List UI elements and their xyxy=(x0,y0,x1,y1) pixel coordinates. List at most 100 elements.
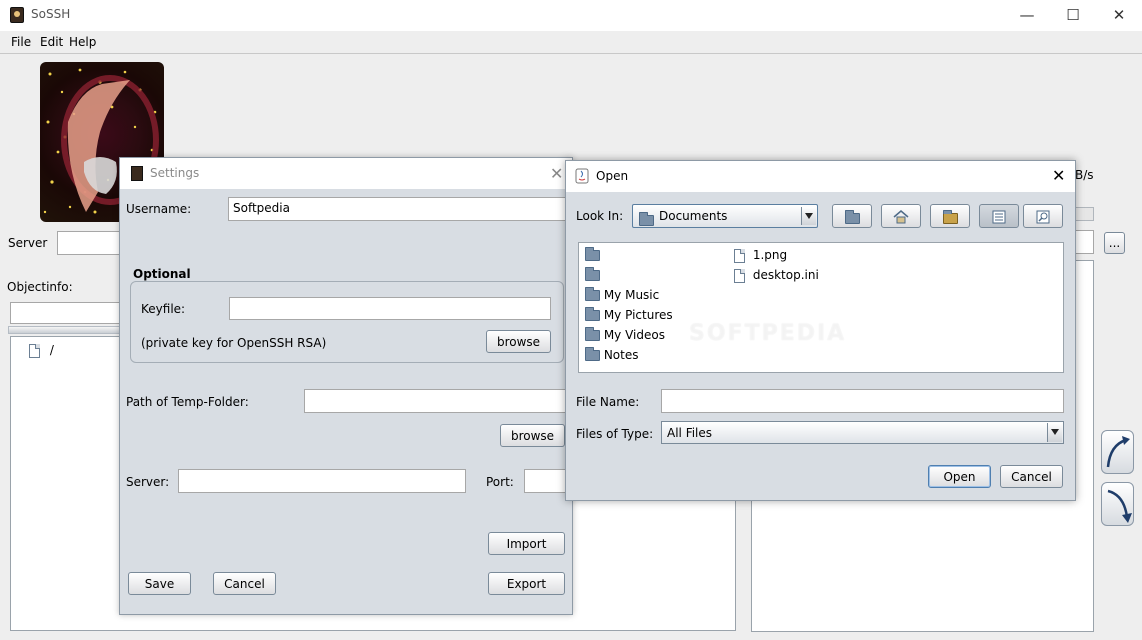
server-input[interactable] xyxy=(57,231,127,255)
settings-title-bar[interactable]: Settings ✕ xyxy=(120,158,572,189)
username-input[interactable]: Softpedia xyxy=(228,197,568,221)
open-cancel-button[interactable]: Cancel xyxy=(1000,465,1063,488)
settings-close-icon[interactable]: ✕ xyxy=(550,164,563,183)
settings-title: Settings xyxy=(150,166,200,180)
file-column: 1.png desktop.ini xyxy=(734,245,819,285)
list-item-label: 1.png xyxy=(752,248,788,262)
open-file-dialog: Open ✕ Look In: Documents My Music My Pi… xyxy=(565,160,1076,501)
window-title: SoSSH xyxy=(31,7,71,21)
look-in-combo[interactable]: Documents xyxy=(632,204,818,228)
files-of-type-combo[interactable]: All Files xyxy=(661,421,1064,444)
tree-item-label: / xyxy=(49,343,54,357)
list-item[interactable]: desktop.ini xyxy=(734,265,819,285)
title-bar[interactable]: SoSSH — ☐ ✕ xyxy=(0,0,1142,31)
list-item-label: My Videos xyxy=(603,328,665,342)
list-item[interactable] xyxy=(585,245,673,265)
list-item[interactable]: My Music xyxy=(585,285,673,305)
save-button[interactable]: Save xyxy=(128,572,191,595)
menu-bar: File Edit Help xyxy=(0,31,1142,54)
up-folder-button[interactable] xyxy=(832,204,872,228)
temp-folder-input[interactable] xyxy=(304,389,568,413)
browse-temp-button[interactable]: browse xyxy=(500,424,565,447)
look-in-label: Look In: xyxy=(576,209,624,223)
file-icon xyxy=(734,268,745,283)
folder-icon xyxy=(585,287,600,301)
app-icon xyxy=(10,7,24,23)
list-item-label: desktop.ini xyxy=(752,268,819,282)
tree-item[interactable]: / xyxy=(29,343,54,358)
server-label: Server: xyxy=(126,475,170,489)
details-view-button[interactable] xyxy=(1023,204,1063,228)
list-item[interactable]: 1.png xyxy=(734,245,819,265)
file-icon xyxy=(734,248,745,263)
folder-icon xyxy=(585,307,600,321)
settings-dialog: Settings ✕ Username: Softpedia Optional … xyxy=(119,157,573,615)
port-input[interactable] xyxy=(524,469,568,493)
private-key-note: (private key for OpenSSH RSA) xyxy=(141,336,327,350)
username-label: Username: xyxy=(126,202,192,216)
home-button[interactable] xyxy=(881,204,921,228)
list-view-button[interactable] xyxy=(979,204,1019,228)
import-button[interactable]: Import xyxy=(488,532,565,555)
list-item[interactable]: Notes xyxy=(585,345,673,365)
transfer-speed-label: B/s xyxy=(1075,168,1094,182)
download-arrow-icon xyxy=(1107,489,1132,523)
files-of-type-value: All Files xyxy=(667,426,713,440)
details-view-icon xyxy=(1036,210,1050,223)
file-name-input[interactable] xyxy=(661,389,1064,413)
menu-help[interactable]: Help xyxy=(69,35,96,49)
open-button[interactable]: Open xyxy=(928,465,991,488)
list-item[interactable]: My Pictures xyxy=(585,305,673,325)
java-icon xyxy=(575,168,589,184)
path-input[interactable] xyxy=(1074,230,1094,254)
softpedia-watermark: SOFTPEDIA xyxy=(689,321,847,346)
list-item-label: My Pictures xyxy=(603,308,673,322)
open-close-icon[interactable]: ✕ xyxy=(1052,166,1065,185)
maximize-button[interactable]: ☐ xyxy=(1050,0,1096,31)
menu-file[interactable]: File xyxy=(11,35,31,49)
folder-icon xyxy=(585,247,600,261)
menu-edit[interactable]: Edit xyxy=(40,35,63,49)
file-list[interactable]: My Music My Pictures My Videos Notes 1.p… xyxy=(578,242,1064,373)
server-label: Server xyxy=(8,236,48,250)
file-name-label: File Name: xyxy=(576,395,640,409)
temp-folder-label: Path of Temp-Folder: xyxy=(126,395,249,409)
folder-icon xyxy=(639,212,654,226)
browse-keyfile-button[interactable]: browse xyxy=(486,330,551,353)
folder-column: My Music My Pictures My Videos Notes xyxy=(585,245,673,365)
folder-icon xyxy=(585,267,600,281)
progress-bar xyxy=(1074,207,1094,221)
list-item-label: My Music xyxy=(603,288,660,302)
browse-small-button[interactable]: ... xyxy=(1104,232,1125,254)
optional-label: Optional xyxy=(133,267,191,281)
list-item[interactable] xyxy=(585,265,673,285)
open-title: Open xyxy=(596,169,629,183)
minimize-button[interactable]: — xyxy=(1004,0,1050,31)
list-item[interactable]: My Videos xyxy=(585,325,673,345)
open-title-bar[interactable]: Open ✕ xyxy=(566,161,1075,192)
objectinfo-label: Objectinfo: xyxy=(7,280,73,294)
files-of-type-label: Files of Type: xyxy=(576,427,654,441)
upload-arrow-icon xyxy=(1106,436,1130,468)
list-view-icon xyxy=(992,210,1006,223)
folder-icon xyxy=(585,327,600,341)
objectinfo-field[interactable] xyxy=(10,302,122,324)
file-icon xyxy=(29,343,40,358)
close-button[interactable]: ✕ xyxy=(1096,0,1142,31)
export-button[interactable]: Export xyxy=(488,572,565,595)
home-icon xyxy=(893,209,909,223)
settings-server-input[interactable] xyxy=(178,469,466,493)
folder-icon xyxy=(585,347,600,361)
new-folder-button[interactable] xyxy=(930,204,970,228)
cancel-button[interactable]: Cancel xyxy=(213,572,276,595)
port-label: Port: xyxy=(486,475,514,489)
chevron-down-icon xyxy=(1047,423,1062,442)
upload-button[interactable] xyxy=(1101,430,1134,474)
keyfile-input[interactable] xyxy=(229,297,551,320)
settings-app-icon xyxy=(131,166,143,181)
list-item-label: Notes xyxy=(603,348,639,362)
new-folder-icon xyxy=(942,209,958,224)
download-button[interactable] xyxy=(1101,482,1134,526)
look-in-value: Documents xyxy=(659,209,728,223)
splitter-bar[interactable] xyxy=(8,326,121,334)
